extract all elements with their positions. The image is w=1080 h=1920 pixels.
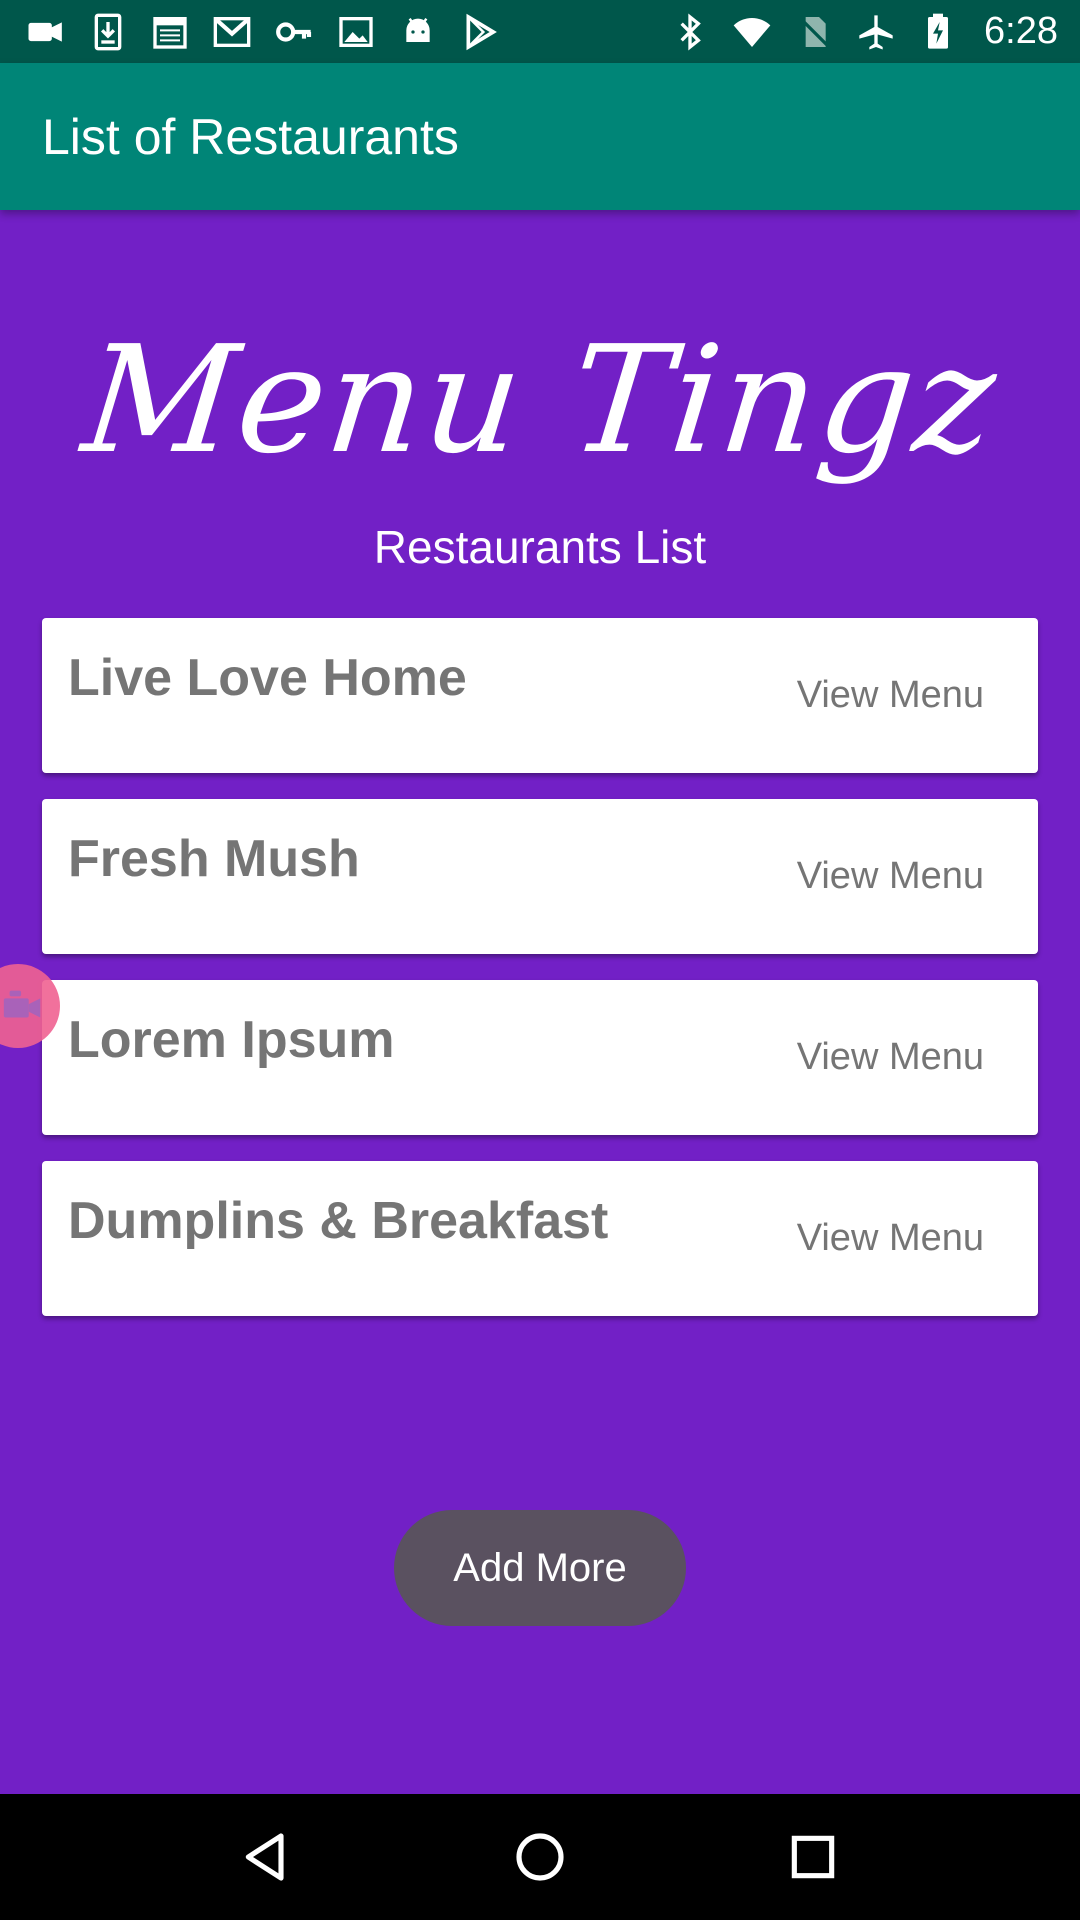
restaurant-name: Dumplins & Breakfast: [68, 1192, 609, 1250]
battery-charging-icon: [918, 12, 958, 52]
android-icon: [398, 12, 438, 52]
status-right-icons: 6:28: [670, 10, 1058, 53]
restaurant-card[interactable]: Dumplins & Breakfast View Menu: [42, 1161, 1038, 1316]
calendar-icon: [150, 12, 190, 52]
app-title: List of Restaurants: [42, 108, 459, 165]
status-time: 6:28: [984, 10, 1058, 52]
navigation-bar: [0, 1794, 1080, 1920]
add-more-button[interactable]: Add More: [394, 1510, 686, 1626]
gmail-icon: [212, 12, 252, 52]
view-menu-button[interactable]: View Menu: [797, 855, 984, 898]
wifi-icon: [732, 12, 772, 52]
app-bar: List of Restaurants: [0, 63, 1080, 210]
status-bar: 6:28: [0, 0, 1080, 63]
no-sim-icon: [794, 12, 834, 52]
restaurant-card[interactable]: Fresh Mush View Menu: [42, 799, 1038, 954]
logo-text: Menu Tingz: [75, 314, 1005, 486]
home-icon[interactable]: [510, 1827, 570, 1887]
main-content: Menu Tingz Restaurants List Live Love Ho…: [0, 210, 1080, 1794]
key-icon: [274, 12, 314, 52]
video-camera-icon: [26, 12, 66, 52]
status-left-icons: [26, 12, 500, 52]
back-icon[interactable]: [237, 1827, 297, 1887]
view-menu-button[interactable]: View Menu: [797, 674, 984, 717]
play-store-icon: [460, 12, 500, 52]
image-icon: [336, 12, 376, 52]
download-icon: [88, 12, 128, 52]
restaurant-name: Live Love Home: [68, 649, 467, 707]
restaurant-card[interactable]: Lorem Ipsum View Menu: [42, 980, 1038, 1135]
view-menu-button[interactable]: View Menu: [797, 1036, 984, 1079]
bluetooth-icon: [670, 12, 710, 52]
app-logo: Menu Tingz: [0, 300, 1080, 500]
restaurant-name: Lorem Ipsum: [68, 1011, 395, 1069]
airplane-icon: [856, 12, 896, 52]
recents-icon[interactable]: [783, 1827, 843, 1887]
view-menu-button[interactable]: View Menu: [797, 1217, 984, 1260]
restaurant-name: Fresh Mush: [68, 830, 360, 888]
restaurant-card[interactable]: Live Love Home View Menu: [42, 618, 1038, 773]
section-title: Restaurants List: [373, 521, 707, 573]
